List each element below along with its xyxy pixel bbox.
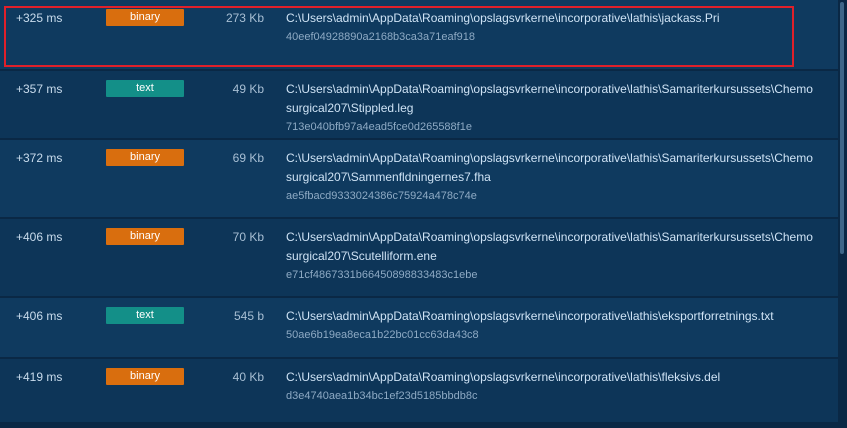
file-hash: 40eef04928890a2168b3ca3a71eaf918 — [286, 31, 476, 43]
file-path-block: C:\Users\admin\AppData\Roaming\opslagsvr… — [286, 307, 814, 345]
file-hash: e71cf4867331b66450898833483c1ebe — [286, 269, 478, 281]
file-path-block: C:\Users\admin\AppData\Roaming\opslagsvr… — [286, 149, 814, 206]
file-path: C:\Users\admin\AppData\Roaming\opslagsvr… — [286, 82, 813, 115]
table-row[interactable]: +419 ms binary 40 Kb C:\Users\admin\AppData… — [0, 359, 838, 423]
row-timestamp: +406 ms — [16, 309, 63, 323]
file-hash: 713e040bfb97a4ead5fce0d265588f1e — [286, 121, 472, 133]
scrollbar[interactable] — [838, 0, 847, 428]
file-path: C:\Users\admin\AppData\Roaming\opslagsvr… — [286, 151, 813, 184]
file-path: C:\Users\admin\AppData\Roaming\opslagsvr… — [286, 11, 720, 25]
file-hash: 50ae6b19ea8eca1b22bc01cc63da43c8 — [286, 329, 479, 341]
table-row[interactable]: +325 ms binary 273 Kb C:\Users\admin\AppDat… — [0, 0, 838, 70]
file-type-badge: binary — [106, 9, 184, 26]
row-timestamp: +419 ms — [16, 370, 63, 384]
table-row[interactable]: +357 ms text 49 Kb C:\Users\admin\AppData\R… — [0, 71, 838, 139]
file-path-block: C:\Users\admin\AppData\Roaming\opslagsvr… — [286, 228, 814, 285]
row-timestamp: +372 ms — [16, 151, 63, 165]
file-type-badge: binary — [106, 228, 184, 245]
row-timestamp: +406 ms — [16, 230, 63, 244]
file-size: 70 Kb — [232, 230, 264, 244]
file-path: C:\Users\admin\AppData\Roaming\opslagsvr… — [286, 370, 721, 384]
row-timestamp: +325 ms — [16, 11, 63, 25]
file-hash: ae5fbacd9333024386c75924a478c74e — [286, 190, 477, 202]
file-activity-list: +325 ms binary 273 Kb C:\Users\admin\AppDat… — [0, 0, 847, 428]
table-row[interactable]: +406 ms binary 70 Kb C:\Users\admin\AppData… — [0, 219, 838, 297]
file-path: C:\Users\admin\AppData\Roaming\opslagsvr… — [286, 309, 774, 323]
file-size: 273 Kb — [225, 11, 264, 25]
file-size: 545 b — [233, 309, 264, 323]
file-path-block: C:\Users\admin\AppData\Roaming\opslagsvr… — [286, 368, 814, 406]
file-hash: d3e4740aea1b34bc1ef23d5185bbdb8c — [286, 390, 478, 402]
file-size: 49 Kb — [232, 82, 264, 96]
file-size: 40 Kb — [232, 370, 264, 384]
row-timestamp: +357 ms — [16, 82, 63, 96]
file-size: 69 Kb — [232, 151, 264, 165]
file-type-badge: text — [106, 307, 184, 324]
file-path-block: C:\Users\admin\AppData\Roaming\opslagsvr… — [286, 80, 814, 137]
file-type-badge: binary — [106, 368, 184, 385]
table-row[interactable]: +372 ms binary 69 Kb C:\Users\admin\AppData… — [0, 140, 838, 218]
file-type-badge: binary — [106, 149, 184, 166]
file-type-badge: text — [106, 80, 184, 97]
scrollbar-thumb[interactable] — [840, 2, 844, 254]
file-path-block: C:\Users\admin\AppData\Roaming\opslagsvr… — [286, 9, 814, 47]
file-path: C:\Users\admin\AppData\Roaming\opslagsvr… — [286, 230, 813, 263]
table-row[interactable]: +406 ms text 545 b C:\Users\admin\AppData\R… — [0, 298, 838, 358]
